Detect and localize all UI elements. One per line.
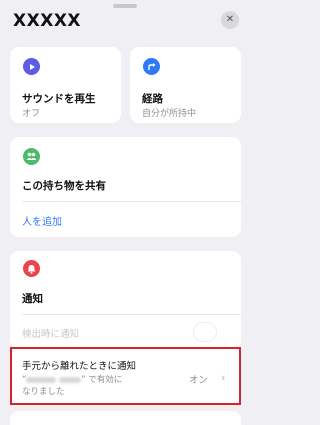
- sheet-grabber[interactable]: [113, 4, 137, 8]
- page-title: XXXXX: [13, 11, 82, 31]
- notifications-card: 通知 検出時に通知: [10, 251, 241, 349]
- notifications-title: 通知: [22, 293, 43, 305]
- share-card: この持ち物を共有 人を追加: [10, 137, 241, 237]
- add-people-link[interactable]: 人を追加: [22, 213, 62, 228]
- directions-subtitle: 自分が所持中: [142, 109, 197, 119]
- notify-when-left-behind-description: “ ” で有効に なりました: [22, 374, 172, 398]
- bell-icon: [23, 260, 40, 277]
- desc-line2: なりました: [22, 387, 65, 397]
- notify-when-found-toggle[interactable]: [193, 322, 217, 342]
- chevron-right-icon: ›: [221, 371, 226, 384]
- play-sound-label: サウンドを再生: [22, 93, 96, 105]
- desc-suffix: ” で有効に: [81, 375, 123, 385]
- play-sound-card[interactable]: サウンドを再生 オフ: [10, 47, 121, 123]
- notify-when-left-behind-value: オン: [189, 375, 209, 386]
- directions-card[interactable]: 経路 自分が所持中: [130, 47, 241, 123]
- notify-when-left-behind-label: 手元から離れたときに通知: [22, 361, 137, 372]
- people-icon: [23, 148, 40, 165]
- notify-when-left-behind-row[interactable]: 手元から離れたときに通知 “ ” で有効に なりました オン ›: [10, 347, 241, 405]
- play-icon: [23, 58, 40, 75]
- divider: [22, 201, 241, 202]
- arrow-turn-icon: [143, 58, 160, 75]
- close-button[interactable]: ✕: [221, 11, 239, 29]
- play-sound-status: オフ: [22, 109, 41, 119]
- share-title: この持ち物を共有: [22, 180, 106, 192]
- xmark-icon: ✕: [225, 14, 235, 25]
- redacted-text: [59, 376, 82, 383]
- next-card-edge: [10, 411, 241, 425]
- notify-when-found-label: 検出時に通知: [22, 329, 80, 340]
- redacted-text: [26, 376, 57, 383]
- divider: [22, 314, 241, 315]
- directions-label: 経路: [142, 93, 163, 105]
